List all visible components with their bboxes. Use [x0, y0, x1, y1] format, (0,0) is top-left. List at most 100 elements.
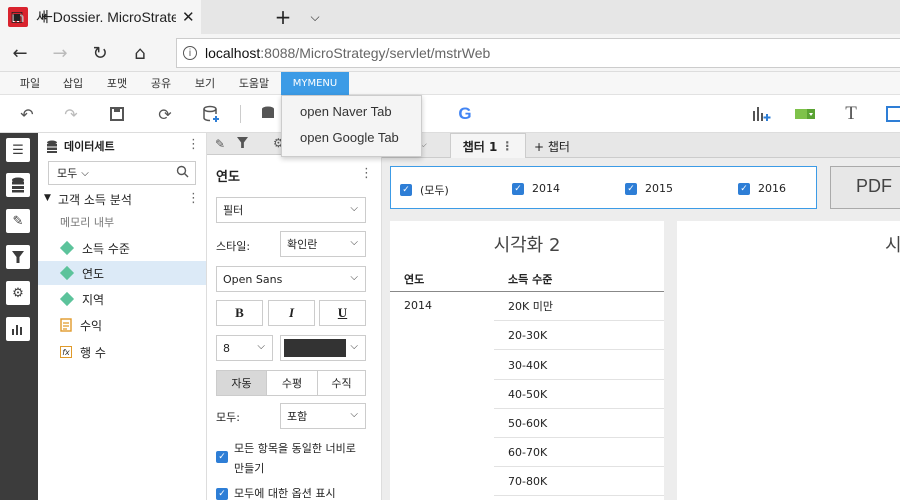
visualization-2: 시각화 2 연도 소득 수준 2014 20K 미만 20-30K 30-40K… — [390, 221, 664, 500]
chevron-down-icon: ⌵ — [350, 272, 358, 283]
font-size-value: 8 — [223, 341, 230, 355]
filter-item-2016[interactable]: ✓ 2016 — [738, 182, 786, 195]
save-icon[interactable] — [104, 101, 130, 127]
dataset-item-income-level[interactable]: 소득 수준 — [38, 236, 206, 260]
redo-icon[interactable]: ↷ — [58, 101, 84, 127]
pdf-button[interactable]: PDF — [830, 166, 900, 209]
menu-item-open-google-tab[interactable]: open Google Tab — [282, 125, 421, 151]
font-size-select[interactable]: 8 ⌵ — [216, 335, 273, 361]
filter-item-all[interactable]: ✓ (모두) — [400, 182, 449, 198]
font-family-select[interactable]: Open Sans ⌵ — [216, 266, 366, 292]
image-icon[interactable] — [882, 101, 900, 127]
filter-item-2014[interactable]: ✓ 2014 — [512, 182, 560, 195]
orientation-horizontal-button[interactable]: 수평 — [266, 370, 318, 396]
dataset-icon[interactable] — [256, 101, 282, 127]
filter-control-icon[interactable] — [792, 101, 818, 127]
format-tab-filter-icon[interactable] — [237, 137, 248, 151]
menu-mymenu[interactable]: MYMENU — [281, 72, 349, 95]
checkbox-checked[interactable]: ✓ — [512, 182, 524, 195]
add-data-icon[interactable] — [198, 101, 224, 127]
browser-tab-strip: ▣ ⇤ m 새 Dossier. MicroStrategy ✕ + ⌵ — [0, 0, 900, 34]
search-icon[interactable] — [176, 165, 189, 181]
bold-button[interactable]: B — [216, 300, 263, 326]
datasets-header: 데이터세트 — [46, 138, 115, 154]
collapse-triangle-icon[interactable]: ▼ — [44, 193, 51, 203]
undo-icon[interactable]: ↶ — [14, 101, 40, 127]
checkbox-checked[interactable]: ✓ — [400, 184, 412, 196]
checkbox-checked[interactable]: ✓ — [625, 182, 637, 195]
settings-gear-icon[interactable]: ⚙ — [6, 281, 30, 305]
display-style-value: 필터 — [223, 204, 244, 217]
display-style-select[interactable]: 필터 ⌵ — [216, 197, 366, 223]
menu-format[interactable]: 포맷 — [97, 72, 137, 95]
orientation-vertical-button[interactable]: 수직 — [317, 370, 366, 396]
menu-share[interactable]: 공유 — [141, 72, 181, 95]
attribute-icon — [59, 291, 75, 307]
menu-file[interactable]: 파일 — [10, 72, 50, 95]
forward-icon[interactable]: → — [40, 34, 80, 72]
chart-icon[interactable] — [6, 317, 30, 341]
menu-item-open-naver-tab[interactable]: open Naver Tab — [282, 99, 421, 125]
chevron-down-icon: ⌵ — [350, 409, 358, 420]
menu-insert[interactable]: 삽입 — [53, 72, 93, 95]
table-of-contents-icon[interactable]: ☰ — [6, 138, 30, 162]
chapter-options-icon[interactable]: ⋮ — [501, 139, 513, 153]
dataset-item-label: 소득 수준 — [82, 241, 130, 256]
add-visualization-icon[interactable] — [748, 101, 774, 127]
url-field[interactable]: i localhost:8088/MicroStrategy/servlet/m… — [176, 38, 900, 68]
dataset-item-label: 수익 — [80, 318, 103, 333]
dataset-name[interactable]: 고객 소득 분석 — [58, 191, 132, 208]
new-tab-icon[interactable]: + — [266, 0, 300, 34]
back-icon[interactable]: ← — [0, 34, 40, 72]
derived-metric-icon: fx — [60, 346, 72, 358]
checkbox-checked[interactable]: ✓ — [738, 182, 750, 195]
equal-width-checkbox[interactable]: ✓ — [216, 451, 228, 463]
refresh-data-icon[interactable]: ⟳ — [152, 101, 178, 127]
chevron-down-icon[interactable]: ⌵ — [81, 168, 89, 179]
chapter-tab-1[interactable]: 챕터 1 ⋮ — [450, 133, 526, 158]
underline-button[interactable]: U — [319, 300, 366, 326]
datasets-icon[interactable] — [6, 173, 30, 197]
text-box-icon[interactable]: T — [838, 101, 864, 127]
dataset-item-label: 행 수 — [80, 345, 106, 360]
home-icon[interactable]: ⌂ — [120, 34, 160, 72]
style-select[interactable]: 확인란 ⌵ — [280, 231, 366, 257]
tab-list-chevron-icon[interactable]: ⌵ — [298, 0, 332, 34]
attribute-icon — [59, 240, 75, 256]
attribute-icon — [59, 265, 75, 281]
dataset-item-revenue[interactable]: 수익 — [38, 313, 206, 337]
font-family-value: Open Sans — [223, 272, 283, 286]
grid-header-income[interactable]: 소득 수준 — [508, 271, 552, 287]
refresh-icon[interactable]: ↻ — [80, 34, 120, 72]
google-icon[interactable]: G — [452, 101, 478, 127]
show-all-option-checkbox[interactable]: ✓ — [216, 488, 228, 500]
italic-button[interactable]: I — [268, 300, 315, 326]
dataset-item-row-count[interactable]: fx 행 수 — [38, 340, 206, 364]
close-tab-icon[interactable]: ✕ — [182, 8, 195, 26]
menu-help[interactable]: 도움말 — [232, 72, 276, 95]
more-options-icon[interactable]: ⋮ — [187, 137, 200, 152]
grid-cell-income: 20-30K — [494, 321, 664, 350]
format-tab-pencil-icon[interactable]: ✎ — [207, 133, 233, 155]
all-select[interactable]: 포함 ⌵ — [280, 403, 366, 429]
site-info-icon[interactable]: i — [183, 46, 197, 60]
chevron-down-icon: ⌵ — [350, 237, 358, 248]
format-options-icon[interactable]: ⋮ — [360, 166, 373, 181]
add-chapter-button[interactable]: + 챕터 — [534, 138, 570, 155]
menu-view[interactable]: 보기 — [185, 72, 225, 95]
grid-cell-income: 30-40K — [494, 351, 664, 380]
equal-width-label: 모든 항목을 동일한 너비로 만들기 — [234, 442, 356, 475]
dataset-item-region[interactable]: 지역 — [38, 287, 206, 311]
dataset-item-year[interactable]: 연도 — [38, 261, 206, 285]
orientation-auto-button[interactable]: 자동 — [216, 370, 267, 396]
toolbar-divider — [240, 105, 241, 123]
tab-actions-icon[interactable]: ▣ — [0, 0, 34, 34]
dataset-options-icon[interactable]: ⋮ — [187, 191, 200, 206]
format-pencil-icon[interactable]: ✎ — [6, 209, 30, 233]
grid-header-year[interactable]: 연도 — [404, 271, 424, 287]
filter-icon[interactable] — [6, 245, 30, 269]
filter-item-2015[interactable]: ✓ 2015 — [625, 182, 673, 195]
font-color-select[interactable]: ⌵ — [280, 335, 366, 361]
set-aside-tabs-icon[interactable]: ⇤ — [30, 0, 64, 34]
dataset-search-input[interactable]: 모두 ⌵ — [48, 161, 196, 185]
